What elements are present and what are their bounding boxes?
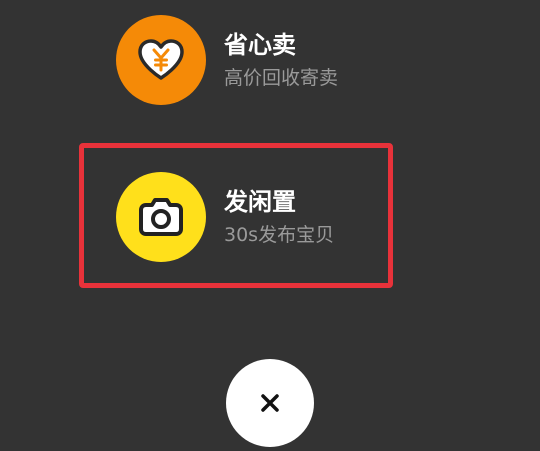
post-idle-icon-circle[interactable] <box>116 172 206 262</box>
close-icon <box>261 394 279 412</box>
sell-option[interactable]: 省心卖 高价回收寄卖 <box>116 15 338 105</box>
sell-title: 省心卖 <box>224 30 296 59</box>
post-idle-subtitle: 30s发布宝贝 <box>224 223 335 246</box>
post-idle-text-block: 发闲置 30s发布宝贝 <box>224 187 334 248</box>
camera-icon <box>139 198 183 236</box>
sell-subtitle: 高价回收寄卖 <box>224 66 339 89</box>
post-idle-option[interactable]: 发闲置 30s发布宝贝 <box>116 172 334 262</box>
sell-icon-circle[interactable] <box>116 15 206 105</box>
sell-text-block: 省心卖 高价回收寄卖 <box>224 30 338 91</box>
close-button[interactable] <box>226 359 314 447</box>
post-idle-title: 发闲置 <box>224 187 296 216</box>
heart-yen-icon <box>138 39 184 80</box>
